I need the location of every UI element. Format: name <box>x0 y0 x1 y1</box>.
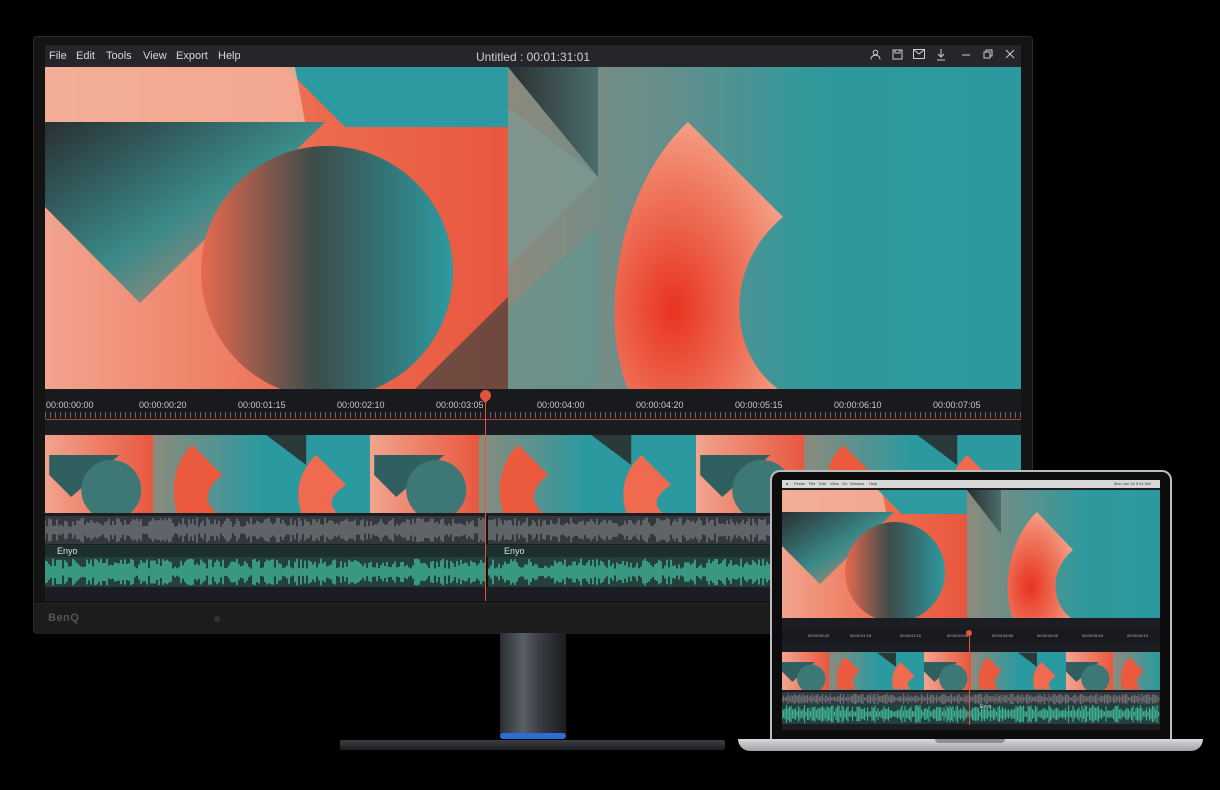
video-preview[interactable] <box>45 67 1021 389</box>
app-menubar: File Edit Tools View Export Help Untitle… <box>45 45 1021 67</box>
tick-label: 00:00:06:10 <box>834 400 882 410</box>
tick-label: 00:00:03:05 <box>436 400 484 410</box>
stand-light-ring <box>500 733 566 739</box>
laptop-playhead-line[interactable] <box>969 630 970 725</box>
video-thumbnail <box>971 652 1020 690</box>
laptop-tick-label: 00:00:00:20 <box>808 633 830 638</box>
video-thumbnail <box>1112 652 1160 690</box>
video-thumbnail <box>876 652 925 690</box>
clip-separator <box>486 516 488 544</box>
monitor-stand-neck <box>500 633 566 737</box>
laptop-menubar: ● Finder File Edit View Go Window Help M… <box>782 480 1160 488</box>
ruler-range-line <box>45 419 1021 420</box>
brand-logo: BenQ <box>48 612 80 624</box>
laptop-opening-notch <box>935 739 1005 743</box>
monitor-stand-base <box>340 740 725 750</box>
video-thumbnail <box>478 435 589 513</box>
laptop: ● Finder File Edit View Go Window Help M… <box>770 470 1172 742</box>
video-thumbnail <box>1065 652 1114 690</box>
close-icon[interactable] <box>1003 49 1017 63</box>
sensor-dot <box>214 616 220 622</box>
laptop-tick-label: 00:00:05:15 <box>1082 633 1104 638</box>
audio-clip-label: Enyo <box>57 546 78 556</box>
tick-label: 00:00:04:00 <box>537 400 585 410</box>
video-thumbnail <box>587 435 697 513</box>
laptop-audio-track-2[interactable]: Enyo <box>782 704 1160 724</box>
tick-label: 00:00:04:20 <box>636 400 684 410</box>
save-icon[interactable] <box>890 49 904 63</box>
tick-label: 00:00:05:15 <box>735 400 783 410</box>
user-icon[interactable] <box>868 49 882 63</box>
restore-icon[interactable] <box>981 49 995 63</box>
laptop-clock: Mon Jun 22 9:41 AM <box>1114 481 1151 486</box>
laptop-audio-clip-label: Enyo <box>980 704 992 710</box>
video-thumbnail <box>1018 652 1067 690</box>
laptop-menu-view[interactable]: View <box>830 481 839 486</box>
tick-label: 00:00:02:10 <box>337 400 385 410</box>
laptop-menu-go[interactable]: Go <box>842 481 847 486</box>
laptop-preview-right <box>967 490 1160 618</box>
apple-icon[interactable]: ● <box>786 481 788 486</box>
tick-label: 00:00:00:20 <box>139 400 187 410</box>
laptop-tick-label: 00:00:04:20 <box>1037 633 1059 638</box>
ruler-ticks <box>45 412 1021 418</box>
laptop-tick-label: 00:00:04:00 <box>992 633 1014 638</box>
download-icon[interactable] <box>934 49 948 63</box>
video-thumbnail <box>829 652 878 690</box>
video-thumbnail <box>153 435 263 513</box>
clip-separator <box>486 557 488 587</box>
tick-label: 00:00:01:15 <box>238 400 286 410</box>
laptop-screen: ● Finder File Edit View Go Window Help M… <box>782 480 1160 730</box>
laptop-preview-left <box>782 490 967 618</box>
preview-frame-left <box>45 67 508 389</box>
laptop-menu-edit[interactable]: Edit <box>819 481 826 486</box>
tick-label: 00:00:07:05 <box>933 400 981 410</box>
laptop-menu-finder[interactable]: Finder <box>794 481 805 486</box>
laptop-tick-label: 00:00:06:10 <box>1127 633 1149 638</box>
laptop-audio-track-1[interactable] <box>782 692 1160 705</box>
laptop-menu-help[interactable]: Help <box>869 481 877 486</box>
timeline-ruler[interactable]: 00:00:00:00 00:00:00:20 00:00:01:15 00:0… <box>45 390 1021 420</box>
laptop-waveform-teal <box>782 705 1160 723</box>
video-thumbnail <box>370 435 480 513</box>
video-thumbnail <box>923 652 972 690</box>
video-thumbnail <box>45 435 155 513</box>
laptop-menu-file[interactable]: File <box>809 481 815 486</box>
video-thumbnail <box>782 652 831 690</box>
mail-icon[interactable] <box>912 49 926 63</box>
laptop-playhead-handle[interactable] <box>966 630 972 636</box>
tick-label: 00:00:00:00 <box>46 400 94 410</box>
laptop-tick-label: 00:00:01:15 <box>850 633 872 638</box>
laptop-video-preview[interactable] <box>782 490 1160 618</box>
video-thumbnail <box>261 435 372 513</box>
laptop-menu-window[interactable]: Window <box>850 481 864 486</box>
playhead-line[interactable] <box>485 390 486 601</box>
laptop-tick-label: 00:00:02:10 <box>900 633 922 638</box>
laptop-video-track[interactable] <box>782 652 1160 690</box>
audio-clip-label: Enyo <box>504 546 525 556</box>
minimize-icon[interactable] <box>959 49 973 63</box>
preview-frame-right <box>508 67 1021 389</box>
laptop-tick-label: 00:00:03:05 <box>947 633 969 638</box>
